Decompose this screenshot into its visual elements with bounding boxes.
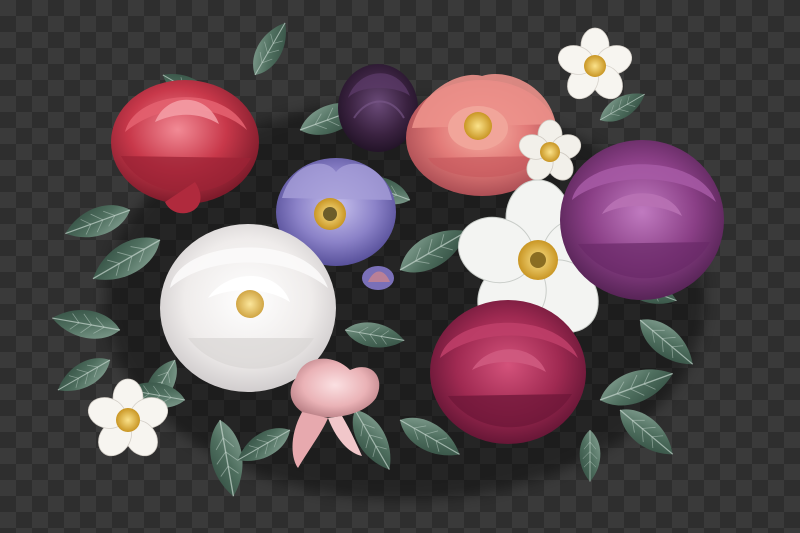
lilac-bud: [362, 266, 394, 290]
image-canvas: [0, 0, 800, 533]
purple-rose: [560, 140, 724, 300]
top-daisy: [557, 27, 633, 100]
magenta-rose: [430, 300, 586, 444]
flower-bouquet-illustration: [49, 16, 724, 500]
plum-bloom: [338, 64, 418, 152]
